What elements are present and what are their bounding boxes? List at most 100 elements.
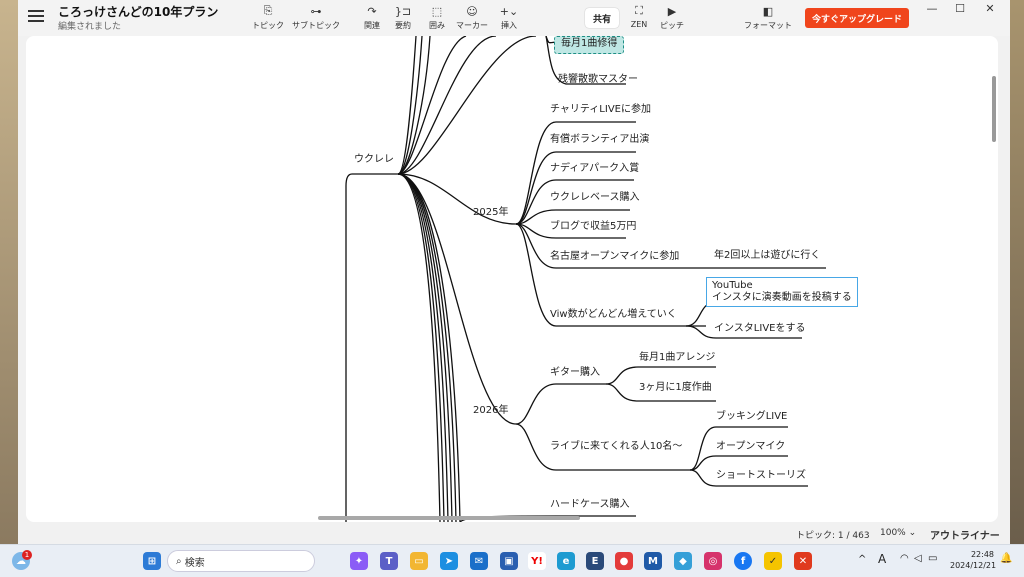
title-bar: ころっけさんどの10年プラン 編集されました ⎘ トピック ⊶ サブトピック ↷… [18, 0, 1010, 36]
maximize-icon[interactable]: ☐ [950, 2, 970, 15]
app-check-icon[interactable]: ✓ [764, 552, 782, 570]
toolbar-topic-button[interactable]: ⎘ トピック [252, 4, 284, 31]
toolbar-zen-button[interactable]: ⛶ ZEN [630, 4, 648, 29]
node-hard-case[interactable]: ハードケース購入 [550, 499, 630, 511]
node-booking-live[interactable]: ブッキングLIVE [716, 411, 787, 423]
teams-icon[interactable]: T [380, 552, 398, 570]
zen-icon: ⛶ [635, 4, 643, 17]
toolbar-marker-button[interactable]: ☺ マーカー [456, 4, 488, 31]
notification-badge: 1 [22, 550, 32, 560]
app-e-icon[interactable]: E [586, 552, 604, 570]
toolbar-label: 囲み [429, 21, 445, 30]
node-short-stories[interactable]: ショートストーリズ [716, 470, 806, 482]
search-box[interactable]: ⌕ 検索 [167, 550, 315, 572]
mindmap-canvas[interactable]: ウクレレ 毎月1曲修得 残響散歌マスター 2025年 チャリティLIVEに参加 … [26, 36, 998, 522]
yahoo-icon[interactable]: Y! [528, 552, 546, 570]
app-red-icon[interactable]: ● [615, 552, 633, 570]
node-youtube-instagram[interactable]: YouTube インスタに演奏動画を投稿する [706, 277, 858, 307]
desktop-background-right [1010, 0, 1024, 544]
summary-icon: }⊐ [394, 4, 412, 18]
node-monthly-song[interactable]: 毎月1曲修得 [554, 36, 625, 54]
toolbar-label: 挿入 [501, 21, 517, 30]
save-status: 編集されました [58, 22, 122, 32]
facebook-icon[interactable]: f [734, 552, 752, 570]
node-root-ukulele[interactable]: ウクレレ [354, 154, 394, 166]
file-explorer-icon[interactable]: ▭ [410, 552, 428, 570]
horizontal-scrollbar[interactable] [318, 516, 580, 520]
node-views-growing[interactable]: Viw数がどんどん増えていく [550, 309, 677, 321]
xmind-icon[interactable]: ✕ [794, 552, 812, 570]
toolbar-subtopic-button[interactable]: ⊶ サブトピック [292, 4, 340, 31]
toolbar-relation-button[interactable]: ↷ 関連 [363, 4, 381, 31]
clock[interactable]: 22:48 2024/12/21 [950, 549, 997, 571]
battery-icon[interactable]: ▭ [928, 553, 937, 564]
toolbar-summary-button[interactable]: }⊐ 要約 [394, 4, 412, 31]
edge-icon[interactable]: e [557, 552, 575, 570]
upgrade-button[interactable]: 今すぐアップグレード [805, 8, 909, 28]
node-instagram-live[interactable]: インスタLIVEをする [714, 323, 805, 335]
node-zankyou-master[interactable]: 残響散歌マスター [558, 74, 638, 86]
node-monthly-arrange[interactable]: 毎月1曲アレンジ [639, 352, 715, 364]
node-ukulele-bass[interactable]: ウクレレベース購入 [550, 192, 640, 204]
start-icon[interactable]: ⊞ [143, 552, 161, 570]
node-year-2025[interactable]: 2025年 [473, 207, 508, 219]
boundary-icon: ⬚ [431, 4, 443, 18]
node-open-mic[interactable]: オープンマイク [716, 441, 785, 453]
node-charity-live[interactable]: チャリティLIVEに参加 [550, 104, 651, 116]
node-nadia-park[interactable]: ナディアパーク入賞 [550, 163, 639, 175]
node-blog-income[interactable]: ブログで収益5万円 [550, 221, 636, 233]
toolbar-label: サブトピック [292, 21, 340, 30]
topic-icon: ⎘ [263, 4, 273, 17]
instagram-icon[interactable]: ◎ [704, 552, 722, 570]
outliner-button[interactable]: アウトライナー [930, 527, 1000, 542]
node-buy-guitar[interactable]: ギター購入 [550, 367, 600, 379]
wifi-icon[interactable]: ◠ [900, 553, 909, 564]
copilot-icon[interactable]: ✦ [350, 552, 368, 570]
chevron-up-icon[interactable]: ^ [858, 554, 866, 565]
node-paid-volunteer[interactable]: 有償ボランティア出演 [550, 134, 649, 146]
vertical-scrollbar[interactable] [992, 76, 996, 142]
speaker-icon[interactable]: ◁ [914, 553, 922, 564]
node-year-2026[interactable]: 2026年 [473, 405, 508, 417]
mail-icon[interactable]: ✉ [470, 552, 488, 570]
desktop-background-left [0, 0, 18, 544]
insert-icon: +⌄ [499, 4, 519, 18]
node-visit-twice[interactable]: 年2回以上は遊びに行く [714, 250, 820, 262]
node-nagoya-openmic[interactable]: 名古屋オープンマイクに参加 [550, 251, 679, 263]
ime-icon[interactable]: A [878, 552, 886, 566]
toolbar-pitch-button[interactable]: ▶ ピッチ [660, 4, 684, 31]
node-live-audience[interactable]: ライブに来てくれる人10名〜 [550, 441, 682, 453]
node-youtube-line: YouTube [712, 280, 753, 291]
close-icon[interactable]: ✕ [980, 2, 1000, 15]
toolbar-insert-button[interactable]: +⌄ 挿入 [500, 4, 518, 31]
topic-count: トピック: 1 / 463 [796, 531, 870, 541]
menu-icon[interactable] [28, 10, 44, 24]
pitch-icon: ▶ [667, 4, 677, 18]
marker-icon: ☺ [466, 4, 478, 18]
node-instagram-line: インスタに演奏動画を投稿する [712, 292, 852, 303]
toolbar-label: トピック [252, 21, 284, 30]
store-icon[interactable]: ▣ [500, 552, 518, 570]
relation-icon: ↷ [367, 4, 377, 18]
app-blue-icon[interactable]: ◆ [674, 552, 692, 570]
subtopic-icon: ⊶ [310, 4, 322, 18]
toolbar-format-button[interactable]: ◧ フォーマット [744, 4, 792, 31]
search-icon: ⌕ [176, 555, 185, 567]
zoom-level[interactable]: 100% ⌄ [880, 528, 916, 538]
toolbar-label: マーカー [456, 21, 488, 30]
taskbar: ☁ 1 ⊞ ⌕ 検索 ✦ T ▭ ➤ ✉ ▣ Y! e E ● M ◆ ◎ f … [0, 544, 1024, 577]
toolbar-label: ピッチ [660, 21, 684, 30]
bell-icon[interactable]: 🔔 [1000, 553, 1012, 564]
node-compose-quarterly[interactable]: 3ヶ月に1度作曲 [639, 382, 712, 394]
app-icon[interactable]: ➤ [440, 552, 458, 570]
share-button[interactable]: 共有 [585, 8, 619, 28]
toolbar-label: 関連 [364, 21, 380, 30]
minimize-icon[interactable]: — [922, 2, 942, 15]
clock-time: 22:48 [970, 550, 994, 559]
toolbar-boundary-button[interactable]: ⬚ 囲み [428, 4, 446, 31]
clock-date: 2024/12/21 [950, 561, 997, 570]
document-title[interactable]: ころっけさんどの10年プラン [58, 3, 218, 20]
format-icon: ◧ [762, 4, 774, 18]
app-m-icon[interactable]: M [644, 552, 662, 570]
toolbar-label: ZEN [630, 20, 648, 29]
